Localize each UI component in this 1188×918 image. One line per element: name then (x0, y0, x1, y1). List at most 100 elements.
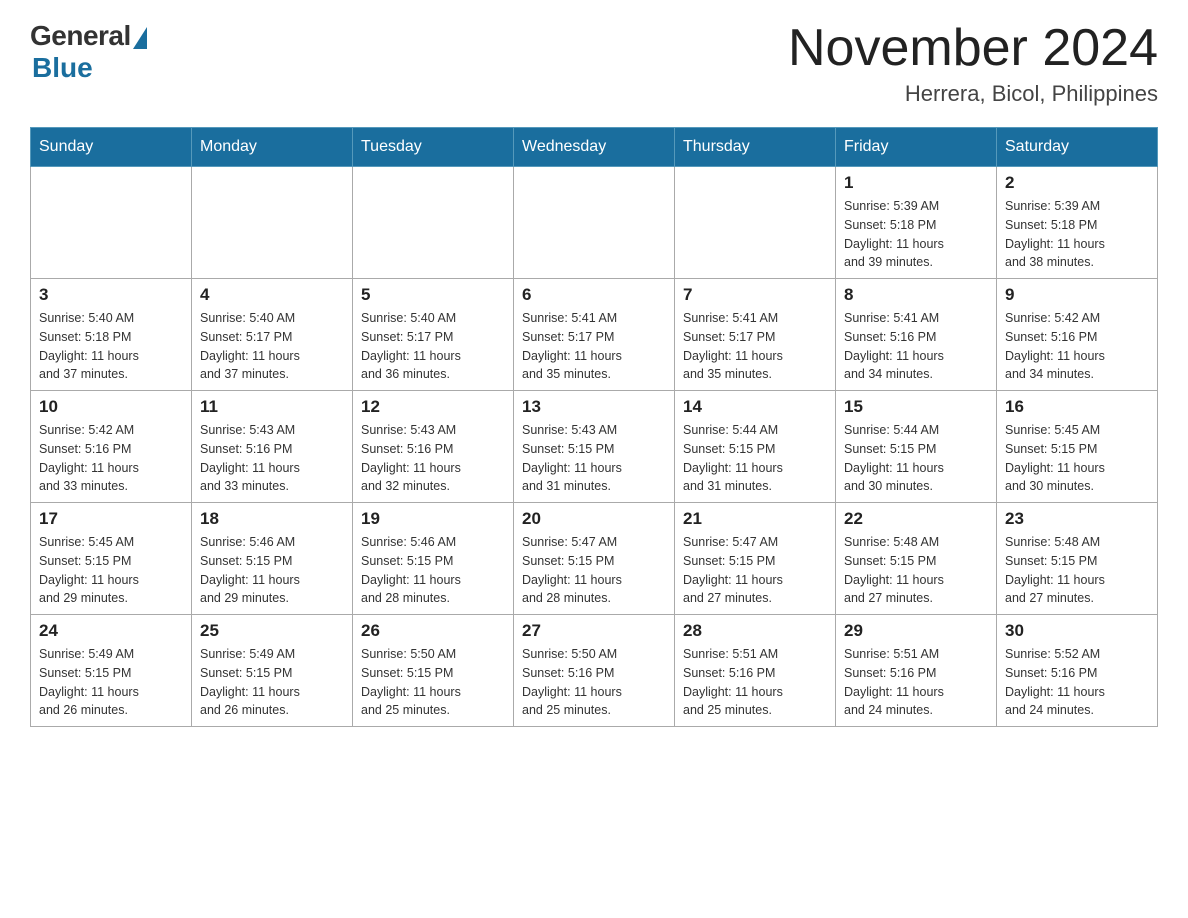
calendar-cell: 1 Sunrise: 5:39 AMSunset: 5:18 PMDaylight… (836, 167, 997, 279)
calendar-cell: 17 Sunrise: 5:45 AMSunset: 5:15 PMDayligh… (31, 503, 192, 615)
calendar-cell: 10Sunrise: 5:42 AMSunset: 5:16 PMDayligh… (31, 391, 192, 503)
day-number: 1 (844, 173, 988, 193)
day-sun-info: Sunrise: 5:41 AMSunset: 5:16 PMDaylight:… (844, 309, 988, 384)
day-number: 22 (844, 509, 988, 529)
calendar-cell: 19 Sunrise: 5:46 AMSunset: 5:15 PMDayligh… (353, 503, 514, 615)
calendar-cell (675, 167, 836, 279)
calendar-cell: 30 Sunrise: 5:52 AMSunset: 5:16 PMDayligh… (997, 615, 1158, 727)
calendar-cell: 14 Sunrise: 5:44 AMSunset: 5:15 PMDayligh… (675, 391, 836, 503)
header-sunday: Sunday (31, 128, 192, 167)
day-number: 6 (522, 285, 666, 305)
day-sun-info: Sunrise: 5:43 AMSunset: 5:15 PMDaylight:… (522, 421, 666, 496)
day-sun-info: Sunrise: 5:52 AMSunset: 5:16 PMDaylight:… (1005, 645, 1149, 720)
calendar-cell: 28Sunrise: 5:51 AMSunset: 5:16 PMDayligh… (675, 615, 836, 727)
day-number: 13 (522, 397, 666, 417)
week-row-3: 10Sunrise: 5:42 AMSunset: 5:16 PMDayligh… (31, 391, 1158, 503)
day-sun-info: Sunrise: 5:48 AMSunset: 5:15 PMDaylight:… (1005, 533, 1149, 608)
header-thursday: Thursday (675, 128, 836, 167)
calendar-cell: 6 Sunrise: 5:41 AMSunset: 5:17 PMDaylight… (514, 279, 675, 391)
calendar-cell: 23 Sunrise: 5:48 AMSunset: 5:15 PMDayligh… (997, 503, 1158, 615)
day-number: 3 (39, 285, 183, 305)
day-number: 15 (844, 397, 988, 417)
day-number: 24 (39, 621, 183, 641)
logo-triangle-icon (133, 27, 147, 49)
day-sun-info: Sunrise: 5:42 AMSunset: 5:16 PMDaylight:… (39, 421, 183, 496)
calendar-cell: 26 Sunrise: 5:50 AMSunset: 5:15 PMDayligh… (353, 615, 514, 727)
day-number: 26 (361, 621, 505, 641)
month-year-title: November 2024 (788, 20, 1158, 77)
day-sun-info: Sunrise: 5:40 AMSunset: 5:18 PMDaylight:… (39, 309, 183, 384)
day-sun-info: Sunrise: 5:50 AMSunset: 5:16 PMDaylight:… (522, 645, 666, 720)
week-row-1: 1 Sunrise: 5:39 AMSunset: 5:18 PMDaylight… (31, 167, 1158, 279)
calendar-cell: 25 Sunrise: 5:49 AMSunset: 5:15 PMDayligh… (192, 615, 353, 727)
day-number: 4 (200, 285, 344, 305)
day-sun-info: Sunrise: 5:45 AMSunset: 5:15 PMDaylight:… (39, 533, 183, 608)
day-sun-info: Sunrise: 5:48 AMSunset: 5:15 PMDaylight:… (844, 533, 988, 608)
calendar-cell: 21Sunrise: 5:47 AMSunset: 5:15 PMDayligh… (675, 503, 836, 615)
day-number: 14 (683, 397, 827, 417)
day-sun-info: Sunrise: 5:44 AMSunset: 5:15 PMDaylight:… (683, 421, 827, 496)
location-subtitle: Herrera, Bicol, Philippines (788, 81, 1158, 107)
calendar-header-row: Sunday Monday Tuesday Wednesday Thursday… (31, 128, 1158, 167)
day-sun-info: Sunrise: 5:41 AMSunset: 5:17 PMDaylight:… (522, 309, 666, 384)
calendar-cell: 16Sunrise: 5:45 AMSunset: 5:15 PMDayligh… (997, 391, 1158, 503)
header-friday: Friday (836, 128, 997, 167)
day-sun-info: Sunrise: 5:44 AMSunset: 5:15 PMDaylight:… (844, 421, 988, 496)
calendar-cell: 29Sunrise: 5:51 AMSunset: 5:16 PMDayligh… (836, 615, 997, 727)
header-monday: Monday (192, 128, 353, 167)
day-number: 30 (1005, 621, 1149, 641)
page-header: General Blue November 2024 Herrera, Bico… (30, 20, 1158, 107)
day-number: 12 (361, 397, 505, 417)
calendar-cell: 7Sunrise: 5:41 AMSunset: 5:17 PMDaylight… (675, 279, 836, 391)
day-sun-info: Sunrise: 5:43 AMSunset: 5:16 PMDaylight:… (361, 421, 505, 496)
day-sun-info: Sunrise: 5:46 AMSunset: 5:15 PMDaylight:… (361, 533, 505, 608)
day-sun-info: Sunrise: 5:46 AMSunset: 5:15 PMDaylight:… (200, 533, 344, 608)
calendar-cell: 18 Sunrise: 5:46 AMSunset: 5:15 PMDayligh… (192, 503, 353, 615)
day-number: 28 (683, 621, 827, 641)
calendar-cell: 11 Sunrise: 5:43 AMSunset: 5:16 PMDayligh… (192, 391, 353, 503)
title-block: November 2024 Herrera, Bicol, Philippine… (788, 20, 1158, 107)
day-number: 2 (1005, 173, 1149, 193)
day-number: 25 (200, 621, 344, 641)
calendar-cell: 15 Sunrise: 5:44 AMSunset: 5:15 PMDayligh… (836, 391, 997, 503)
week-row-2: 3 Sunrise: 5:40 AMSunset: 5:18 PMDaylight… (31, 279, 1158, 391)
day-number: 18 (200, 509, 344, 529)
header-saturday: Saturday (997, 128, 1158, 167)
day-sun-info: Sunrise: 5:40 AMSunset: 5:17 PMDaylight:… (200, 309, 344, 384)
day-number: 5 (361, 285, 505, 305)
day-sun-info: Sunrise: 5:43 AMSunset: 5:16 PMDaylight:… (200, 421, 344, 496)
day-sun-info: Sunrise: 5:45 AMSunset: 5:15 PMDaylight:… (1005, 421, 1149, 496)
header-tuesday: Tuesday (353, 128, 514, 167)
day-sun-info: Sunrise: 5:50 AMSunset: 5:15 PMDaylight:… (361, 645, 505, 720)
day-number: 27 (522, 621, 666, 641)
day-sun-info: Sunrise: 5:39 AMSunset: 5:18 PMDaylight:… (844, 197, 988, 272)
day-sun-info: Sunrise: 5:47 AMSunset: 5:15 PMDaylight:… (522, 533, 666, 608)
calendar-cell: 2Sunrise: 5:39 AMSunset: 5:18 PMDaylight… (997, 167, 1158, 279)
calendar-cell: 13 Sunrise: 5:43 AMSunset: 5:15 PMDayligh… (514, 391, 675, 503)
calendar-cell: 20 Sunrise: 5:47 AMSunset: 5:15 PMDayligh… (514, 503, 675, 615)
calendar-cell: 22 Sunrise: 5:48 AMSunset: 5:15 PMDayligh… (836, 503, 997, 615)
day-sun-info: Sunrise: 5:47 AMSunset: 5:15 PMDaylight:… (683, 533, 827, 608)
day-number: 8 (844, 285, 988, 305)
day-sun-info: Sunrise: 5:51 AMSunset: 5:16 PMDaylight:… (844, 645, 988, 720)
day-number: 20 (522, 509, 666, 529)
day-sun-info: Sunrise: 5:42 AMSunset: 5:16 PMDaylight:… (1005, 309, 1149, 384)
day-number: 11 (200, 397, 344, 417)
day-sun-info: Sunrise: 5:49 AMSunset: 5:15 PMDaylight:… (200, 645, 344, 720)
calendar-cell (192, 167, 353, 279)
day-number: 23 (1005, 509, 1149, 529)
calendar-cell: 12 Sunrise: 5:43 AMSunset: 5:16 PMDayligh… (353, 391, 514, 503)
day-number: 17 (39, 509, 183, 529)
calendar-cell: 3 Sunrise: 5:40 AMSunset: 5:18 PMDaylight… (31, 279, 192, 391)
week-row-5: 24 Sunrise: 5:49 AMSunset: 5:15 PMDayligh… (31, 615, 1158, 727)
logo: General Blue (30, 20, 147, 84)
day-number: 19 (361, 509, 505, 529)
week-row-4: 17 Sunrise: 5:45 AMSunset: 5:15 PMDayligh… (31, 503, 1158, 615)
logo-blue-text: Blue (32, 52, 93, 84)
calendar-cell: 8 Sunrise: 5:41 AMSunset: 5:16 PMDaylight… (836, 279, 997, 391)
calendar-cell (353, 167, 514, 279)
calendar-cell: 5Sunrise: 5:40 AMSunset: 5:17 PMDaylight… (353, 279, 514, 391)
calendar-cell: 24Sunrise: 5:49 AMSunset: 5:15 PMDayligh… (31, 615, 192, 727)
calendar-cell (514, 167, 675, 279)
day-number: 9 (1005, 285, 1149, 305)
